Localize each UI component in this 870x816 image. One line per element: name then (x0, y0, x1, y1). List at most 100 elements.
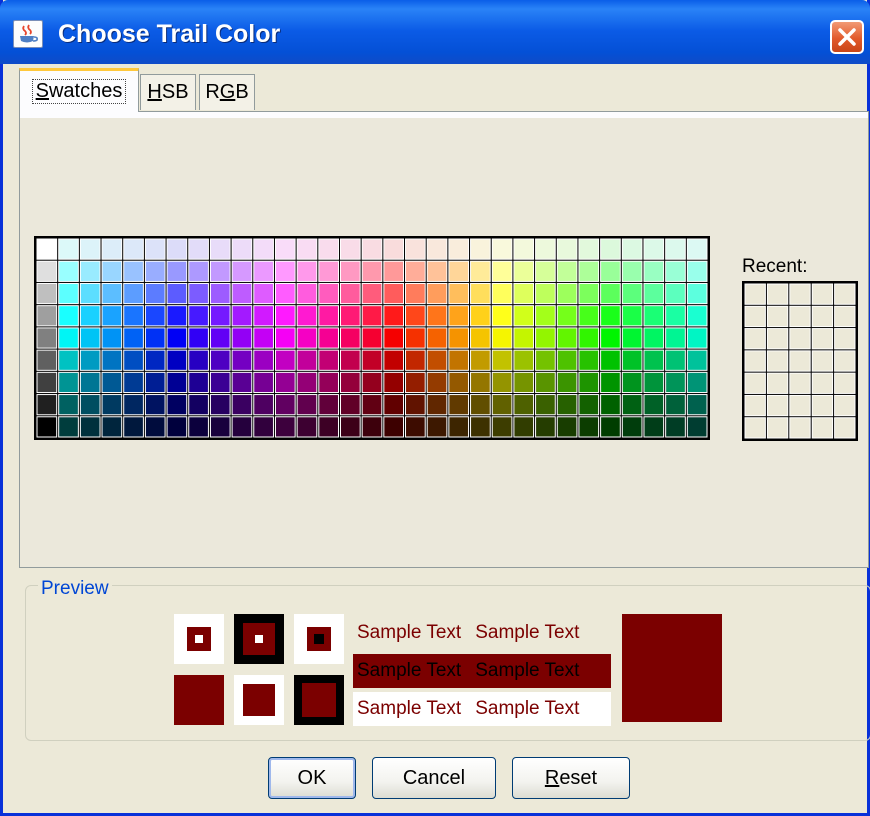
swatch-cell[interactable] (513, 305, 535, 327)
swatch-cell[interactable] (361, 349, 383, 371)
recent-swatch-cell[interactable] (811, 394, 834, 417)
swatch-cell[interactable] (405, 282, 426, 305)
swatch-cell[interactable] (318, 394, 339, 416)
swatch-cell[interactable] (296, 238, 318, 260)
swatch-cell[interactable] (578, 416, 600, 438)
recent-swatch-cell[interactable] (834, 305, 856, 328)
tab-rgb[interactable]: RGB (199, 74, 255, 110)
swatch-cell[interactable] (448, 349, 470, 371)
swatch-cell[interactable] (253, 238, 274, 260)
swatch-cell[interactable] (274, 327, 296, 349)
swatch-cell[interactable] (101, 394, 123, 416)
swatch-cell[interactable] (123, 371, 144, 394)
swatch-cell[interactable] (491, 349, 513, 371)
swatch-cell[interactable] (361, 394, 383, 416)
swatch-cell[interactable] (621, 349, 643, 371)
recent-swatch-cell[interactable] (766, 372, 789, 394)
swatch-cell[interactable] (166, 327, 188, 349)
swatch-cell[interactable] (361, 238, 383, 260)
swatch-cell[interactable] (188, 394, 209, 416)
swatch-cell[interactable] (665, 416, 686, 438)
swatch-cell[interactable] (231, 371, 253, 394)
swatch-cell[interactable] (339, 371, 361, 394)
swatch-cell[interactable] (339, 416, 361, 438)
swatch-cell[interactable] (101, 238, 123, 260)
swatch-cell[interactable] (296, 282, 318, 305)
swatch-cell[interactable] (426, 282, 448, 305)
recent-swatch-grid[interactable] (742, 281, 858, 441)
swatch-cell[interactable] (600, 305, 621, 327)
swatch-cell[interactable] (339, 238, 361, 260)
recent-swatch-cell[interactable] (766, 394, 789, 417)
swatch-cell[interactable] (665, 305, 686, 327)
swatch-cell[interactable] (556, 305, 578, 327)
swatch-cell[interactable] (448, 260, 470, 282)
swatch-cell[interactable] (79, 260, 101, 282)
swatch-cell[interactable] (296, 260, 318, 282)
recent-swatch-cell[interactable] (766, 350, 789, 372)
swatch-cell[interactable] (686, 305, 708, 327)
swatch-cell[interactable] (535, 305, 556, 327)
swatch-cell[interactable] (101, 282, 123, 305)
swatch-cell[interactable] (578, 305, 600, 327)
swatch-cell[interactable] (405, 305, 426, 327)
recent-swatch-cell[interactable] (811, 372, 834, 394)
swatch-cell[interactable] (448, 327, 470, 349)
recent-swatch-cell[interactable] (834, 283, 856, 305)
swatch-cell[interactable] (405, 416, 426, 438)
swatch-cell[interactable] (578, 371, 600, 394)
swatch-cell[interactable] (426, 260, 448, 282)
swatch-cell[interactable] (144, 416, 166, 438)
swatch-cell[interactable] (643, 327, 665, 349)
close-button[interactable] (830, 20, 864, 54)
swatch-cell[interactable] (274, 260, 296, 282)
swatch-cell[interactable] (600, 238, 621, 260)
tab-swatches[interactable]: Swatches (19, 68, 139, 112)
recent-swatch-cell[interactable] (766, 305, 789, 328)
recent-swatch-cell[interactable] (766, 283, 789, 305)
swatch-cell[interactable] (643, 416, 665, 438)
swatch-cell[interactable] (209, 416, 231, 438)
swatch-cell[interactable] (144, 394, 166, 416)
swatch-cell[interactable] (600, 349, 621, 371)
swatch-cell[interactable] (600, 282, 621, 305)
swatch-cell[interactable] (188, 305, 209, 327)
swatch-cell[interactable] (405, 394, 426, 416)
swatch-cell[interactable] (405, 260, 426, 282)
swatch-cell[interactable] (686, 394, 708, 416)
swatch-cell[interactable] (578, 282, 600, 305)
swatch-cell[interactable] (101, 416, 123, 438)
swatch-cell[interactable] (101, 349, 123, 371)
swatch-cell[interactable] (188, 260, 209, 282)
swatch-cell[interactable] (123, 349, 144, 371)
swatch-cell[interactable] (448, 416, 470, 438)
swatch-cell[interactable] (209, 327, 231, 349)
swatch-cell[interactable] (665, 260, 686, 282)
swatch-cell[interactable] (686, 371, 708, 394)
swatch-cell[interactable] (513, 260, 535, 282)
swatch-cell[interactable] (383, 238, 405, 260)
swatch-cell[interactable] (339, 327, 361, 349)
swatch-cell[interactable] (79, 305, 101, 327)
swatch-cell[interactable] (123, 416, 144, 438)
recent-swatch-cell[interactable] (834, 328, 856, 350)
swatch-cell[interactable] (318, 238, 339, 260)
swatch-cell[interactable] (535, 282, 556, 305)
swatch-cell[interactable] (144, 349, 166, 371)
swatch-cell[interactable] (296, 349, 318, 371)
swatch-cell[interactable] (58, 260, 79, 282)
swatch-cell[interactable] (79, 349, 101, 371)
swatch-cell[interactable] (470, 305, 491, 327)
swatch-cell[interactable] (188, 282, 209, 305)
swatch-cell[interactable] (253, 349, 274, 371)
swatch-cell[interactable] (643, 349, 665, 371)
swatch-cell[interactable] (361, 305, 383, 327)
swatch-cell[interactable] (253, 371, 274, 394)
swatch-cell[interactable] (253, 416, 274, 438)
swatch-cell[interactable] (491, 282, 513, 305)
swatch-cell[interactable] (491, 394, 513, 416)
swatch-cell[interactable] (79, 282, 101, 305)
swatch-cell[interactable] (123, 282, 144, 305)
swatch-cell[interactable] (188, 327, 209, 349)
swatch-cell[interactable] (166, 371, 188, 394)
